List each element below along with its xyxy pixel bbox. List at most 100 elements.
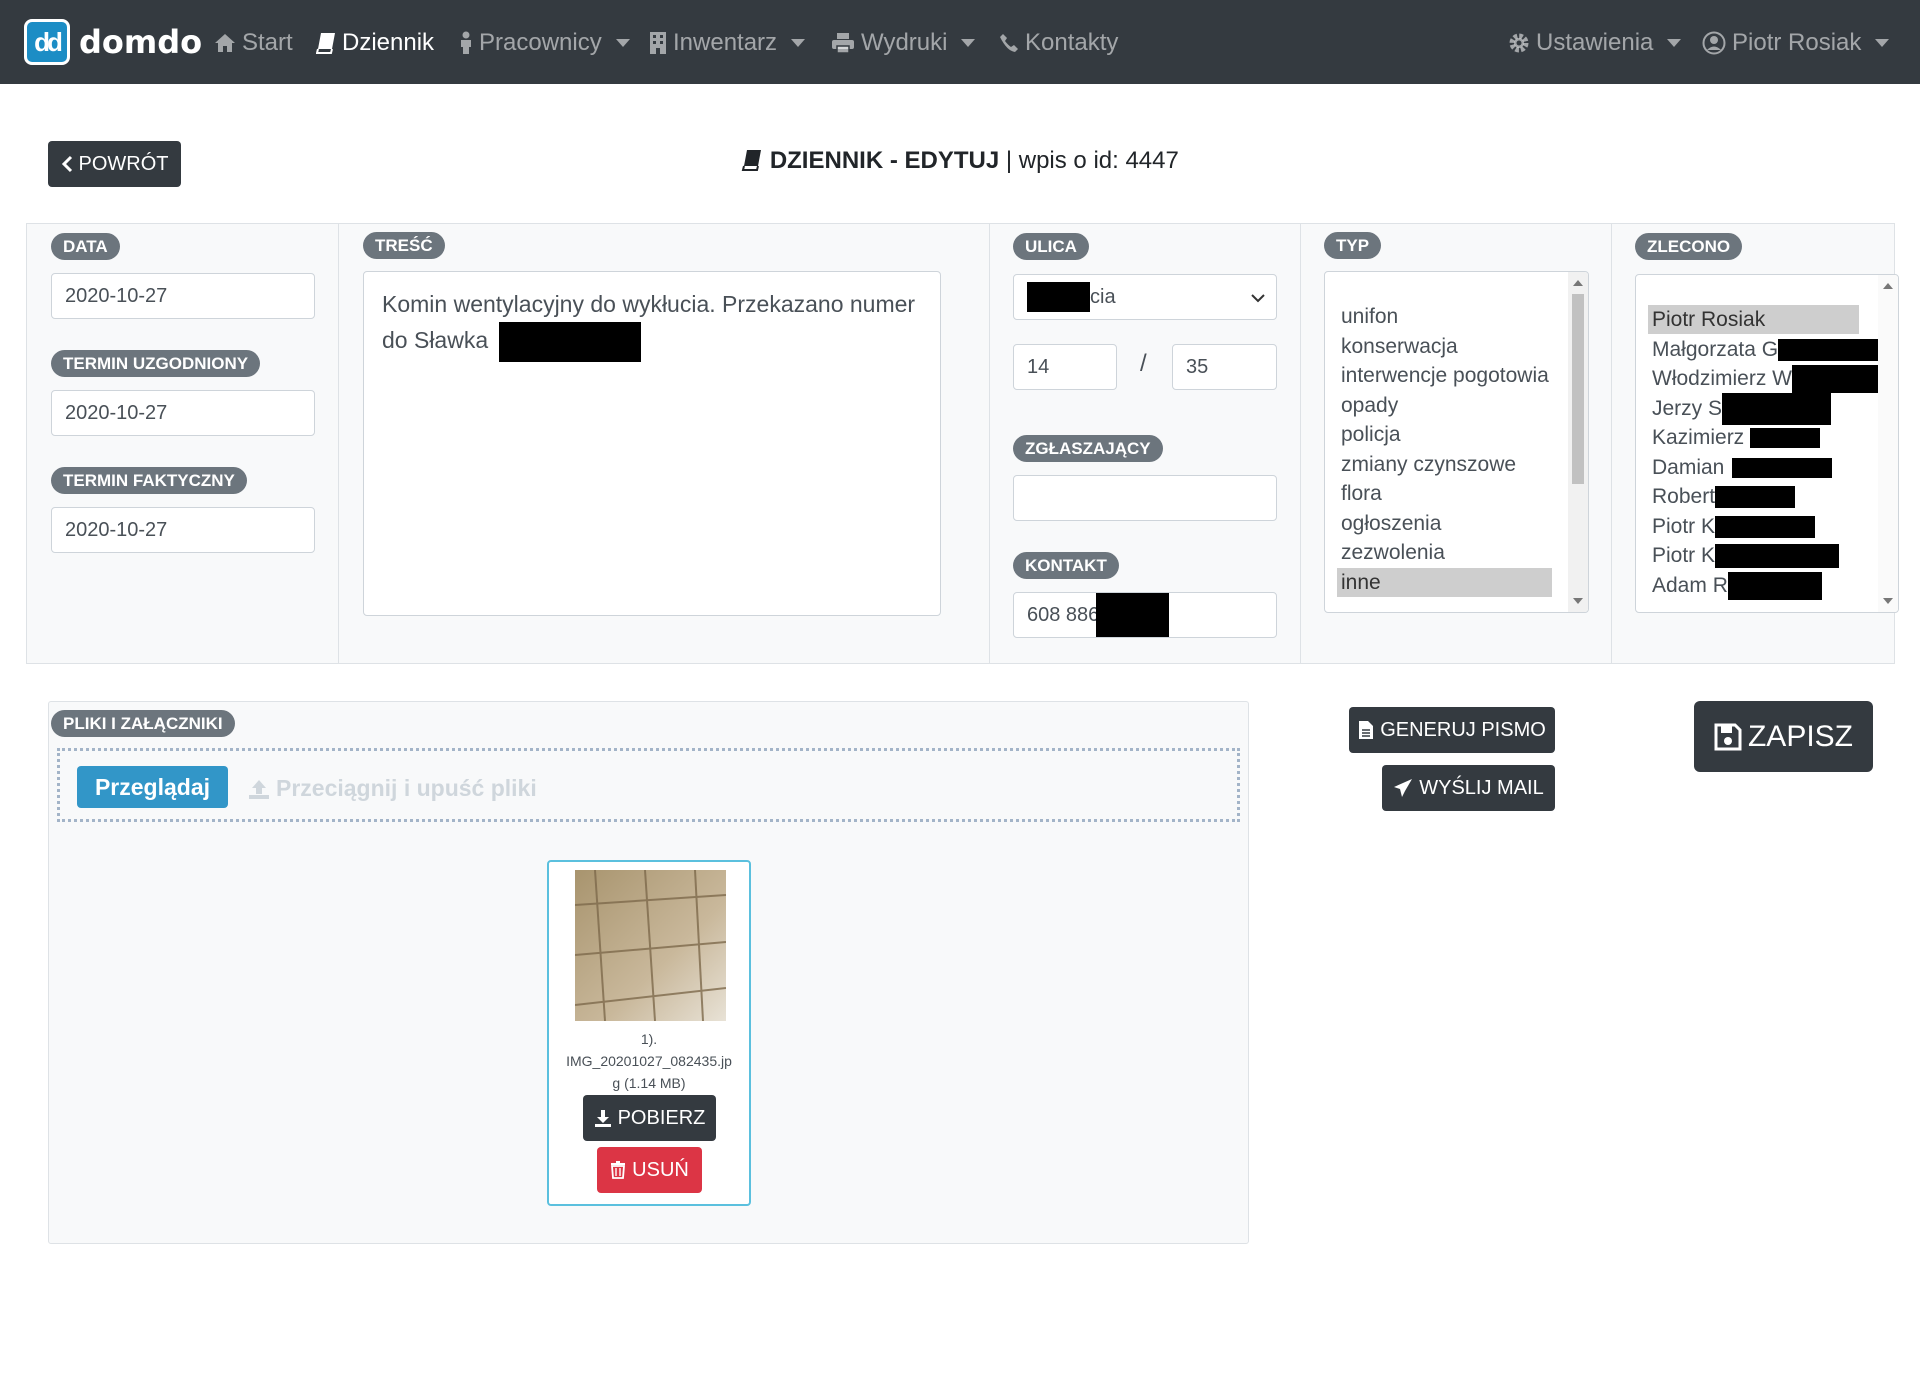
- chevron-down-icon: [791, 39, 806, 47]
- nav-dziennik-label: Dziennik: [342, 29, 435, 56]
- termin-faktyczny-field[interactable]: 2020-10-27: [51, 507, 315, 553]
- save-button-label: ZAPISZ: [1747, 719, 1853, 753]
- download-icon: [594, 1110, 611, 1127]
- nav-ustawienia[interactable]: Ustawienia: [1508, 27, 1682, 59]
- typ-option-selected[interactable]: inne: [1337, 568, 1552, 597]
- typ-scrollbar[interactable]: [1568, 272, 1588, 612]
- typ-option[interactable]: policja: [1337, 420, 1401, 449]
- tresc-textarea[interactable]: Komin wentylacyjny do wykłucia. Przekaza…: [363, 271, 941, 616]
- typ-listbox[interactable]: unifon konserwacja interwencje pogotowia…: [1324, 271, 1589, 613]
- typ-option[interactable]: zezwolenia: [1337, 538, 1445, 567]
- file-caption: 1). IMG_20201027_082435.jp g (1.14 MB): [549, 1028, 749, 1094]
- zlecono-option[interactable]: Piotr K: [1648, 512, 1816, 541]
- file-card: 1). IMG_20201027_082435.jp g (1.14 MB) P…: [547, 860, 751, 1206]
- termin-faktyczny-label: TERMIN FAKTYCZNY: [51, 467, 247, 494]
- delete-button-label: USUŃ: [632, 1158, 689, 1181]
- generate-letter-label: GENERUJ PISMO: [1380, 718, 1546, 741]
- nav-kontakty-label: Kontakty: [1025, 29, 1119, 56]
- page-title-main: DZIENNIK - EDYTUJ: [769, 147, 1000, 174]
- file-thumbnail[interactable]: [575, 870, 726, 1021]
- termin-uzgodniony-label: TERMIN UZGODNIONY: [51, 350, 261, 377]
- tresc-column: TREŚĆ Komin wentylacyjny do wykłucia. Pr…: [339, 224, 990, 663]
- typ-option[interactable]: interwencje pogotowia: [1337, 361, 1549, 390]
- print-icon: [832, 33, 854, 54]
- scroll-thumb[interactable]: [1572, 294, 1584, 484]
- brand-logo: dd: [24, 19, 70, 65]
- address-column: ULICA cia 14 / 35 ZGŁASZAJĄCY KONTAKT 60…: [990, 224, 1301, 663]
- kontakt-field[interactable]: 608 886: [1013, 592, 1277, 638]
- scroll-down-icon[interactable]: [1573, 598, 1583, 604]
- address-separator: /: [1140, 350, 1147, 377]
- typ-option[interactable]: unifon: [1337, 302, 1398, 331]
- typ-option[interactable]: ogłoszenia: [1337, 509, 1441, 538]
- zlecono-option[interactable]: Adam R: [1648, 571, 1822, 600]
- scroll-up-icon[interactable]: [1573, 280, 1583, 286]
- termin-uzgodniony-field[interactable]: 2020-10-27: [51, 390, 315, 436]
- nav-inwentarz-label: Inwentarz: [673, 29, 778, 56]
- chevron-down-icon: [961, 39, 976, 47]
- zlecono-option[interactable]: Kazimierz: [1648, 423, 1821, 452]
- nav-start[interactable]: Start: [214, 27, 293, 59]
- nav-ustawienia-label: Ustawienia: [1536, 29, 1654, 56]
- house-number-field[interactable]: 14: [1013, 344, 1117, 390]
- file-icon: [1359, 721, 1374, 739]
- file-dropzone[interactable]: Przeglądaj Przeciągnij i upuść pliki: [57, 748, 1240, 822]
- tresc-text: Komin wentylacyjny do wykłucia. Przekaza…: [382, 291, 916, 354]
- user-circle-icon: [1702, 31, 1726, 55]
- home-icon: [215, 34, 235, 52]
- zlecono-scrollbar[interactable]: [1878, 275, 1898, 612]
- typ-column: TYP unifon konserwacja interwencje pogot…: [1301, 224, 1612, 663]
- typ-option[interactable]: konserwacja: [1337, 332, 1458, 361]
- nav-user-label: Piotr Rosiak: [1732, 29, 1862, 56]
- kontakt-value: 608 886: [1027, 603, 1100, 626]
- download-button-label: POBIERZ: [617, 1106, 706, 1129]
- typ-option[interactable]: opady: [1337, 391, 1398, 420]
- delete-button[interactable]: USUŃ: [597, 1147, 702, 1193]
- zlecono-option[interactable]: Damian: [1648, 453, 1833, 482]
- nav-dziennik[interactable]: Dziennik: [316, 27, 434, 59]
- send-mail-button[interactable]: WYŚLIJ MAIL: [1382, 765, 1555, 811]
- drop-hint: Przeciągnij i upuść pliki: [248, 775, 537, 802]
- ulica-select[interactable]: cia: [1013, 274, 1277, 320]
- flat-number-field[interactable]: 35: [1172, 344, 1277, 390]
- browse-button[interactable]: Przeglądaj: [77, 766, 228, 808]
- nav-kontakty[interactable]: Kontakty: [999, 27, 1118, 59]
- zlecono-option[interactable]: Włodzimierz W: [1648, 364, 1884, 393]
- zglaszajacy-field[interactable]: [1013, 475, 1277, 521]
- download-button[interactable]: POBIERZ: [583, 1095, 716, 1141]
- zlecono-listbox[interactable]: Piotr Rosiak Małgorzata G Włodzimierz W …: [1635, 274, 1899, 613]
- data-field[interactable]: 2020-10-27: [51, 273, 315, 319]
- person-icon: [461, 31, 471, 54]
- generate-letter-button[interactable]: GENERUJ PISMO: [1349, 707, 1555, 753]
- zlecono-option[interactable]: Jerzy S: [1648, 392, 1832, 425]
- nav-wydruki[interactable]: Wydruki: [831, 27, 976, 59]
- brand-name: domdo: [79, 23, 203, 61]
- ulica-value: cia: [1090, 285, 1116, 308]
- building-icon: [650, 32, 666, 54]
- zlecono-option[interactable]: Robert: [1648, 482, 1796, 511]
- typ-option[interactable]: flora: [1337, 479, 1382, 508]
- zlecono-option[interactable]: Małgorzata G: [1648, 335, 1883, 364]
- paper-plane-icon: [1394, 779, 1413, 797]
- top-navbar: dd domdo Start Dziennik Pracownicy Inwen…: [0, 0, 1920, 84]
- nav-wydruki-label: Wydruki: [861, 29, 948, 56]
- nav-user[interactable]: Piotr Rosiak: [1702, 27, 1890, 59]
- nav-inwentarz[interactable]: Inwentarz: [649, 27, 806, 59]
- save-button[interactable]: ZAPISZ: [1694, 701, 1873, 772]
- phone-icon: [1000, 34, 1018, 52]
- scroll-down-icon[interactable]: [1883, 598, 1893, 604]
- zlecono-option[interactable]: Piotr K: [1648, 541, 1840, 570]
- redaction-block: [1027, 282, 1090, 312]
- nav-pracownicy[interactable]: Pracownicy: [459, 27, 630, 59]
- typ-option[interactable]: zmiany czynszowe: [1337, 450, 1516, 479]
- zlecono-option-selected[interactable]: Piotr Rosiak: [1648, 305, 1859, 334]
- redaction-block: [498, 322, 641, 362]
- scroll-up-icon[interactable]: [1883, 283, 1893, 289]
- chevron-down-icon: [1667, 39, 1682, 47]
- typ-label: TYP: [1324, 232, 1382, 259]
- nav-start-label: Start: [242, 29, 293, 56]
- chevron-down-icon: [1875, 39, 1890, 47]
- brand[interactable]: dd domdo: [24, 19, 202, 65]
- book-icon: [741, 150, 762, 171]
- trash-icon: [611, 1161, 626, 1179]
